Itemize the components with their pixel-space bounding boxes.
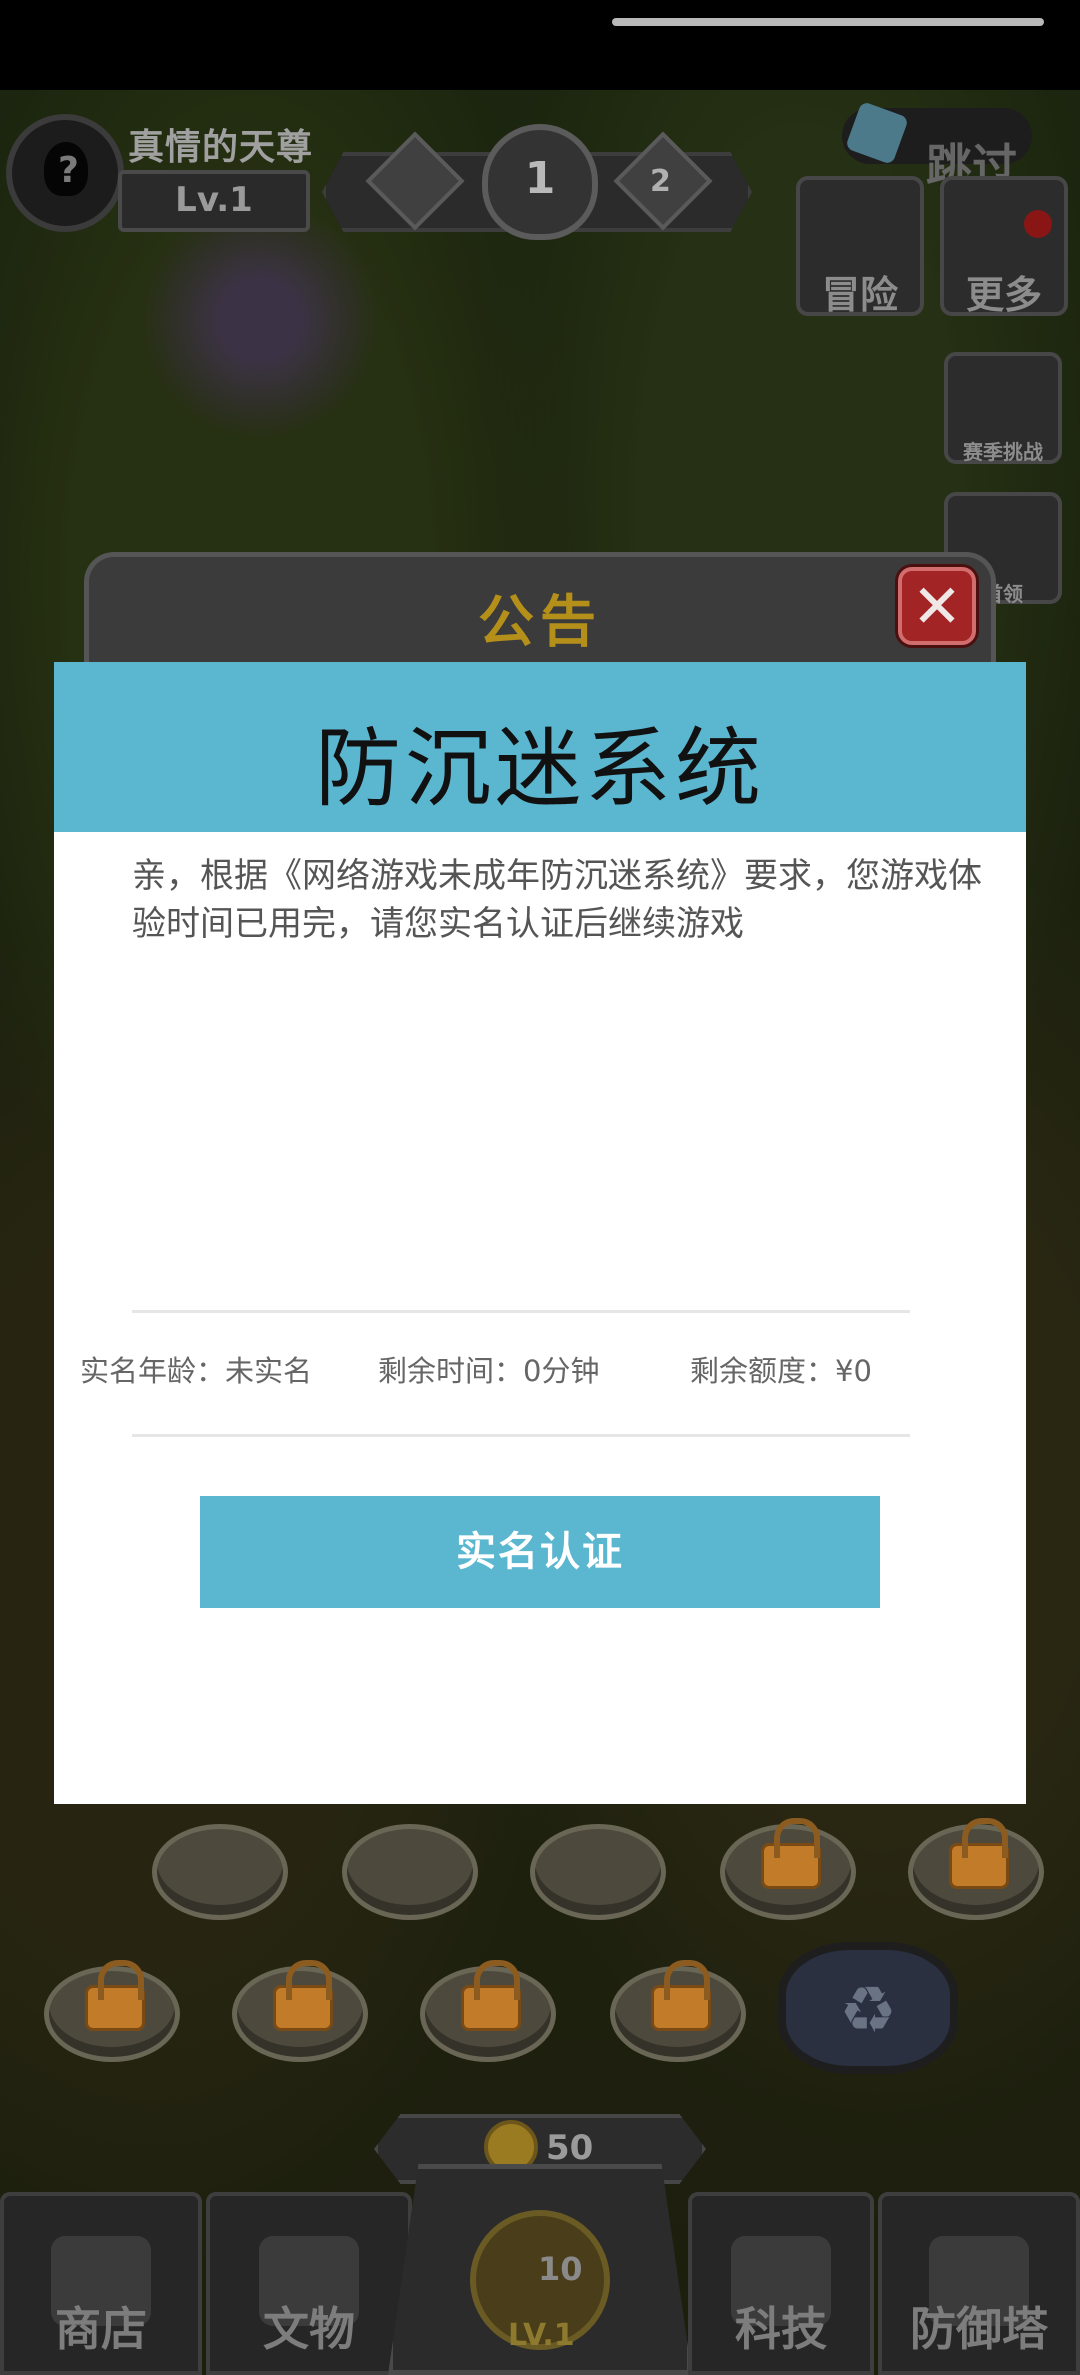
stage-current-shield[interactable]: 1 — [482, 124, 598, 240]
more-button[interactable]: 更多 — [940, 176, 1068, 317]
close-button[interactable]: ✕ — [898, 567, 976, 645]
real-name-age: 实名年龄：未实名 — [80, 1354, 313, 1388]
more-label: 更多 — [965, 273, 1042, 317]
nav-label: 文物 — [263, 2302, 355, 2356]
stage-next-number: 2 — [650, 164, 671, 199]
remaining-time: 剩余时间：0分钟 — [378, 1354, 600, 1388]
remaining-quota: 剩余额度：¥0 — [690, 1354, 872, 1388]
notice-title: 公告 — [478, 590, 602, 655]
nav-label: 商店 — [55, 2302, 147, 2356]
board-slot[interactable] — [152, 1824, 288, 1920]
adventure-button[interactable]: 冒险 — [796, 176, 924, 317]
lock-icon — [461, 1960, 521, 2031]
season-challenge-button[interactable]: 赛季挑战 — [944, 352, 1062, 464]
divider — [132, 1434, 910, 1437]
question-mark: ? — [58, 150, 79, 191]
recycle-button[interactable]: ♻ — [778, 1942, 958, 2074]
board-slot-locked[interactable] — [232, 1960, 368, 2062]
board-slot-locked[interactable] — [720, 1818, 856, 1920]
summon-level: LV.1 — [508, 2318, 575, 2353]
adventure-label: 冒险 — [821, 273, 898, 317]
board-slot-locked[interactable] — [44, 1960, 180, 2062]
board-slot-locked[interactable] — [908, 1818, 1044, 1920]
dialog-header: 防沉迷系统 — [54, 662, 1026, 832]
nav-artifacts[interactable]: 文物 — [206, 2192, 412, 2375]
dialog-message: 亲，根据《网络游戏未成年防沉迷系统》要求，您游戏体验时间已用完，请您实名认证后继… — [132, 856, 982, 944]
avatar-icon[interactable]: ? — [6, 114, 124, 232]
dialog-title: 防沉迷系统 — [315, 719, 765, 819]
summon-count: 10 — [538, 2250, 583, 2288]
recycle-icon: ♻ — [839, 1974, 897, 2048]
nav-defense-tower[interactable]: 防御塔 — [878, 2192, 1080, 2375]
nav-technology[interactable]: 科技 — [688, 2192, 874, 2375]
lock-icon — [761, 1818, 821, 1889]
nav-label: 科技 — [735, 2302, 827, 2356]
lock-icon — [949, 1818, 1009, 1889]
notification-dot — [1024, 210, 1052, 238]
board-slot[interactable] — [342, 1824, 478, 1920]
board-slot-locked[interactable] — [420, 1960, 556, 2062]
real-name-verify-button[interactable]: 实名认证 — [200, 1496, 880, 1608]
lock-icon — [85, 1960, 145, 2031]
home-indicator — [612, 18, 1044, 26]
season-challenge-label: 赛季挑战 — [963, 440, 1043, 464]
board-slot[interactable] — [530, 1824, 666, 1920]
player-name: 真情的天尊 — [128, 127, 314, 168]
nav-shop[interactable]: 商店 — [0, 2192, 202, 2375]
lock-icon — [273, 1960, 333, 2031]
nav-label: 防御塔 — [910, 2302, 1048, 2356]
close-icon: ✕ — [911, 572, 963, 642]
anti-addiction-dialog: 防沉迷系统 亲，根据《网络游戏未成年防沉迷系统》要求，您游戏体验时间已用完，请您… — [54, 662, 1026, 1804]
divider — [132, 1310, 910, 1313]
status-bar — [0, 0, 1080, 90]
coin-value: 50 — [546, 2128, 594, 2168]
board-slot-locked[interactable] — [610, 1960, 746, 2062]
lock-icon — [651, 1960, 711, 2031]
player-level: Lv.1 — [118, 170, 310, 232]
